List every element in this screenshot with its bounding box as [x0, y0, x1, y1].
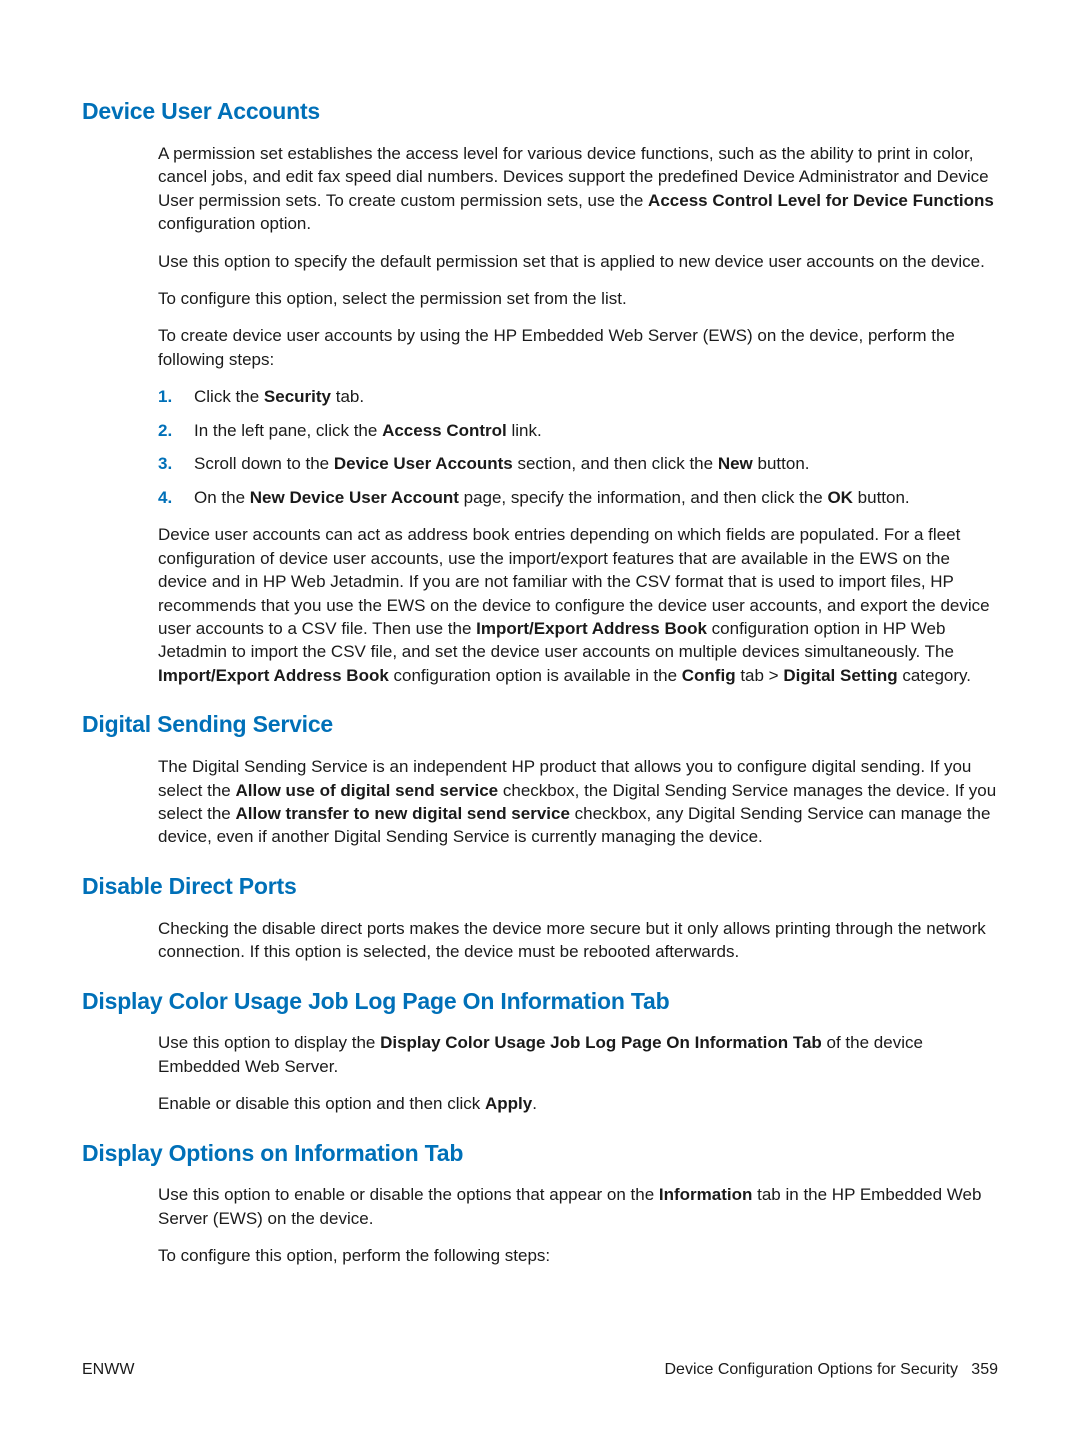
- step-number: 2.: [158, 419, 194, 442]
- text: section, and then click the: [513, 454, 718, 473]
- page: Device User Accounts A permission set es…: [0, 0, 1080, 1437]
- bold-text: OK: [827, 488, 853, 507]
- bold-text: Import/Export Address Book: [476, 619, 707, 638]
- heading-display-options-info-tab: Display Options on Information Tab: [82, 1138, 998, 1170]
- bold-text: Import/Export Address Book: [158, 666, 389, 685]
- step-number: 3.: [158, 452, 194, 475]
- text: Use this option to enable or disable the…: [158, 1185, 659, 1204]
- text: tab.: [331, 387, 364, 406]
- bold-text: New Device User Account: [250, 488, 459, 507]
- paragraph: Device user accounts can act as address …: [158, 523, 998, 687]
- section-device-user-accounts: Device User Accounts A permission set es…: [82, 96, 998, 687]
- heading-display-color-usage: Display Color Usage Job Log Page On Info…: [82, 986, 998, 1018]
- list-item: 4. On the New Device User Account page, …: [158, 486, 998, 509]
- step-text: Click the Security tab.: [194, 385, 998, 408]
- bold-text: Config: [682, 666, 736, 685]
- step-text: Scroll down to the Device User Accounts …: [194, 452, 998, 475]
- page-number: 359: [971, 1361, 998, 1378]
- footer-left: ENWW: [82, 1359, 134, 1381]
- paragraph: Use this option to enable or disable the…: [158, 1183, 998, 1230]
- bold-text: Digital Setting: [783, 666, 897, 685]
- steps-list: 1. Click the Security tab. 2. In the lef…: [158, 385, 998, 509]
- bold-text: Information: [659, 1185, 753, 1204]
- step-text: On the New Device User Account page, spe…: [194, 486, 998, 509]
- text: button.: [853, 488, 910, 507]
- section-disable-direct-ports: Disable Direct Ports Checking the disabl…: [82, 871, 998, 964]
- paragraph: Use this option to display the Display C…: [158, 1031, 998, 1078]
- text: .: [532, 1094, 537, 1113]
- text: button.: [753, 454, 810, 473]
- text: link.: [507, 421, 542, 440]
- bold-text: Device User Accounts: [334, 454, 513, 473]
- paragraph: The Digital Sending Service is an indepe…: [158, 755, 998, 849]
- bold-text: Allow transfer to new digital send servi…: [236, 804, 570, 823]
- text: On the: [194, 488, 250, 507]
- section-body: A permission set establishes the access …: [158, 142, 998, 688]
- section-body: Use this option to display the Display C…: [158, 1031, 998, 1115]
- text: Use this option to display the: [158, 1033, 380, 1052]
- paragraph: Checking the disable direct ports makes …: [158, 917, 998, 964]
- section-digital-sending-service: Digital Sending Service The Digital Send…: [82, 709, 998, 849]
- paragraph: To configure this option, select the per…: [158, 287, 998, 310]
- paragraph: To configure this option, perform the fo…: [158, 1244, 998, 1267]
- footer-section-label: Device Configuration Options for Securit…: [664, 1361, 957, 1378]
- text: Enable or disable this option and then c…: [158, 1094, 485, 1113]
- paragraph: A permission set establishes the access …: [158, 142, 998, 236]
- bold-text: New: [718, 454, 753, 473]
- list-item: 1. Click the Security tab.: [158, 385, 998, 408]
- text: tab >: [736, 666, 784, 685]
- bold-text: Apply: [485, 1094, 532, 1113]
- heading-disable-direct-ports: Disable Direct Ports: [82, 871, 998, 903]
- paragraph: To create device user accounts by using …: [158, 324, 998, 371]
- list-item: 2. In the left pane, click the Access Co…: [158, 419, 998, 442]
- section-body: Use this option to enable or disable the…: [158, 1183, 998, 1267]
- heading-digital-sending-service: Digital Sending Service: [82, 709, 998, 741]
- text: category.: [898, 666, 971, 685]
- bold-text: Access Control: [382, 421, 507, 440]
- section-display-color-usage: Display Color Usage Job Log Page On Info…: [82, 986, 998, 1116]
- step-number: 4.: [158, 486, 194, 509]
- section-display-options-info-tab: Display Options on Information Tab Use t…: [82, 1138, 998, 1268]
- text: Click the: [194, 387, 264, 406]
- paragraph: Enable or disable this option and then c…: [158, 1092, 998, 1115]
- paragraph: Use this option to specify the default p…: [158, 250, 998, 273]
- text: configuration option.: [158, 214, 311, 233]
- section-body: Checking the disable direct ports makes …: [158, 917, 998, 964]
- heading-device-user-accounts: Device User Accounts: [82, 96, 998, 128]
- footer-right: Device Configuration Options for Securit…: [664, 1359, 998, 1381]
- text: In the left pane, click the: [194, 421, 382, 440]
- step-text: In the left pane, click the Access Contr…: [194, 419, 998, 442]
- bold-text: Security: [264, 387, 331, 406]
- list-item: 3. Scroll down to the Device User Accoun…: [158, 452, 998, 475]
- bold-text: Allow use of digital send service: [236, 781, 499, 800]
- page-footer: ENWW Device Configuration Options for Se…: [82, 1359, 998, 1381]
- bold-text: Display Color Usage Job Log Page On Info…: [380, 1033, 822, 1052]
- text: Scroll down to the: [194, 454, 334, 473]
- text: page, specify the information, and then …: [459, 488, 828, 507]
- bold-text: Access Control Level for Device Function…: [648, 191, 994, 210]
- step-number: 1.: [158, 385, 194, 408]
- section-body: The Digital Sending Service is an indepe…: [158, 755, 998, 849]
- text: configuration option is available in the: [389, 666, 682, 685]
